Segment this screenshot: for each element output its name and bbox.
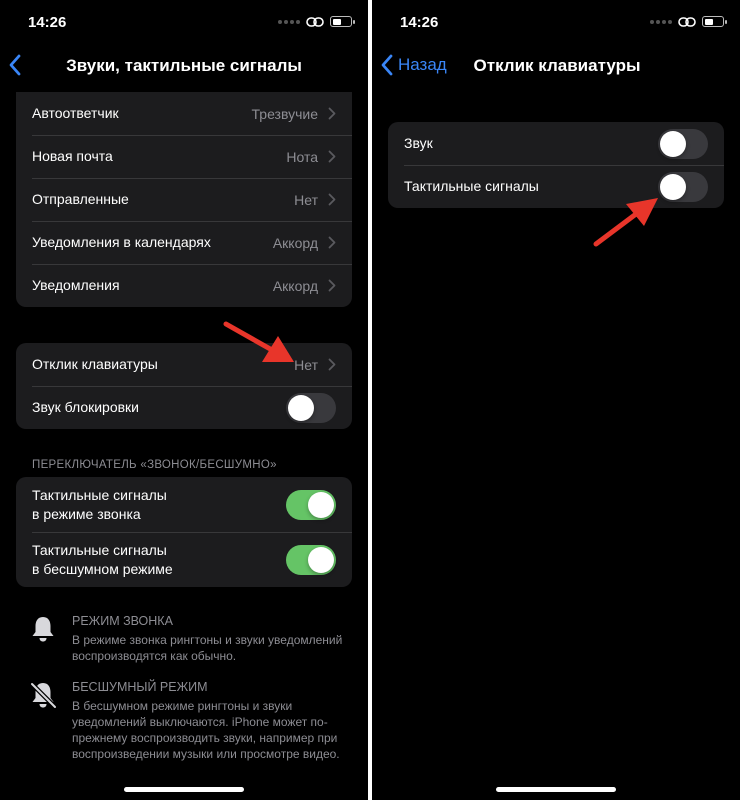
info-content: РЕЖИМ ЗВОНКА В режиме звонка рингтоны и … [72, 614, 348, 664]
lock-sound-toggle[interactable] [286, 392, 336, 423]
chevron-right-icon [328, 150, 336, 163]
row-label: Уведомления в календарях [32, 234, 211, 250]
toggle-knob [308, 491, 334, 518]
lock-sound-row: Звук блокировки [16, 386, 352, 429]
chevron-right-icon [328, 279, 336, 292]
list-item[interactable]: Отправленные Нет [16, 178, 352, 221]
label-line: в режиме звонка [32, 505, 141, 522]
phone-left-sounds-settings: 14:26 Звуки, тактильные сигналы Автоотве… [0, 0, 368, 800]
toggle-knob [660, 130, 686, 157]
row-value: Нет [294, 191, 318, 208]
signal-dots-icon [278, 19, 300, 24]
back-button[interactable]: Назад [380, 54, 447, 76]
chevron-left-icon [381, 54, 393, 76]
status-icons [278, 16, 355, 27]
ring-haptics-toggle[interactable] [286, 489, 336, 520]
info-title: БЕСШУМНЫЙ РЕЖИМ [72, 680, 208, 694]
row-label: Автоответчик [32, 105, 119, 121]
ring-haptics-row: Тактильные сигналы в режиме звонка [16, 477, 352, 532]
info-content: БЕСШУМНЫЙ РЕЖИМ В бесшумном режиме рингт… [72, 680, 348, 762]
home-indicator [124, 787, 244, 792]
row-label: Тактильные сигналы в бесшумном режиме [32, 541, 286, 579]
back-label: Назад [398, 55, 447, 74]
bell-slash-icon [29, 681, 58, 710]
section-header: ПЕРЕКЛЮЧАТЕЛЬ «ЗВОНОК/БЕСШУМНО» [32, 459, 277, 471]
navigation-bar: Звуки, тактильные сигналы [0, 44, 368, 88]
keyboard-feedback-row[interactable]: Отклик клавиатуры Нет [16, 343, 352, 386]
silent-haptics-toggle[interactable] [286, 544, 336, 575]
info-text: В режиме звонка рингтоны и звуки уведомл… [72, 633, 343, 663]
page-title: Звуки, тактильные сигналы [66, 56, 302, 75]
red-arrow-annotation [223, 321, 294, 362]
bell-icon [32, 617, 54, 642]
row-label: Звук [404, 135, 433, 151]
info-text: В бесшумном режиме рингтоны и звуки увед… [72, 699, 340, 761]
row-label: Звук блокировки [32, 399, 140, 415]
list-item[interactable]: Новая почта Нота [16, 135, 352, 178]
phone-right-keyboard-feedback: 14:26 Назад Отклик клавиатуры Звук Такти… [372, 0, 740, 800]
keyboard-lock-group: Отклик клавиатуры Нет Звук блокировки [16, 343, 352, 429]
haptics-toggle[interactable] [658, 171, 708, 202]
toggle-knob [288, 394, 314, 421]
label-line: в бесшумном режиме [32, 560, 173, 577]
chevron-right-icon [328, 358, 336, 371]
chevron-right-icon [328, 236, 336, 249]
toggle-knob [308, 546, 334, 573]
home-indicator [496, 787, 616, 792]
row-value: Аккорд [272, 234, 318, 251]
battery-icon [702, 16, 727, 27]
link-icon [306, 16, 324, 27]
list-item[interactable]: Уведомления в календарях Аккорд [16, 221, 352, 264]
status-time: 14:26 [28, 14, 67, 31]
label-line: Тактильные сигналы [32, 541, 167, 558]
row-label: Уведомления [32, 277, 120, 293]
signal-dots-icon [650, 19, 672, 24]
row-value: Аккорд [272, 277, 318, 294]
row-value: Нота [286, 148, 318, 165]
info-title: РЕЖИМ ЗВОНКА [72, 614, 173, 628]
status-time: 14:26 [400, 14, 439, 31]
ring-mode-info: РЕЖИМ ЗВОНКА В режиме звонка рингтоны и … [28, 614, 348, 664]
haptics-row: Тактильные сигналы [388, 165, 724, 208]
toggle-knob [660, 173, 686, 200]
list-item[interactable]: Уведомления Аккорд [16, 264, 352, 307]
link-icon [678, 16, 696, 27]
sound-row: Звук [388, 122, 724, 165]
red-arrow-annotation [593, 198, 658, 247]
status-bar: 14:26 [372, 0, 740, 44]
page-title: Отклик клавиатуры [473, 56, 641, 75]
chevron-right-icon [328, 107, 336, 120]
navigation-bar: Назад Отклик клавиатуры [372, 44, 740, 88]
status-icons [650, 16, 727, 27]
status-bar: 14:26 [0, 0, 368, 44]
list-item[interactable]: Автоответчик Трезвучие [16, 92, 352, 135]
silent-haptics-row: Тактильные сигналы в бесшумном режиме [16, 532, 352, 587]
label-line: Тактильные сигналы [32, 486, 167, 503]
row-label: Тактильные сигналы в режиме звонка [32, 486, 286, 524]
row-value: Трезвучие [251, 105, 318, 122]
sounds-list: Автоответчик Трезвучие Новая почта Нота … [16, 92, 352, 307]
sound-toggle[interactable] [658, 128, 708, 159]
keyboard-feedback-options: Звук Тактильные сигналы [388, 122, 724, 208]
silent-mode-info: БЕСШУМНЫЙ РЕЖИМ В бесшумном режиме рингт… [28, 680, 348, 762]
ring-silent-haptics-group: Тактильные сигналы в режиме звонка Такти… [16, 477, 352, 587]
battery-icon [330, 16, 355, 27]
row-label: Отправленные [32, 191, 129, 207]
row-label: Новая почта [32, 148, 113, 164]
chevron-right-icon [328, 193, 336, 206]
